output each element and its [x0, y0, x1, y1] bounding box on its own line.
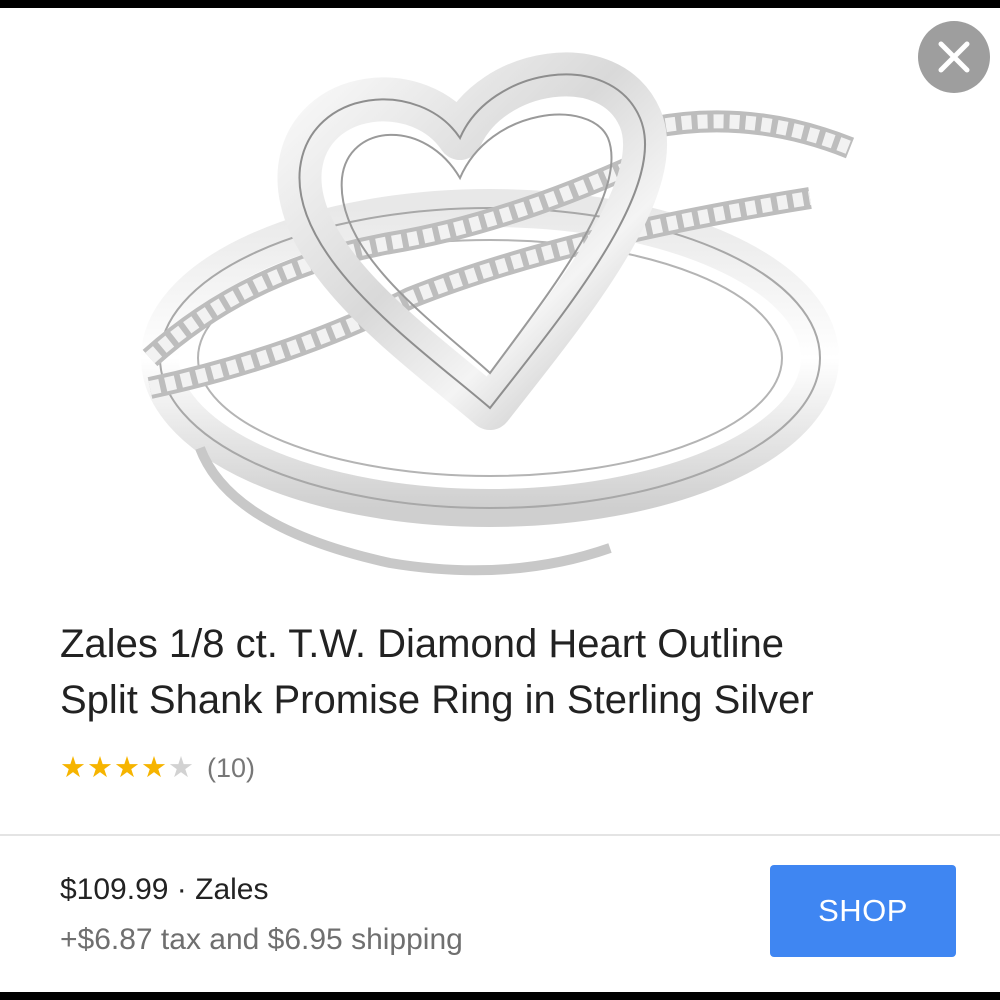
rating[interactable]: ★ ★ ★ ★ ★ (10)	[60, 748, 255, 788]
star-empty-icon: ★	[168, 751, 194, 784]
shop-button[interactable]: SHOP	[770, 865, 956, 957]
star-filled-icon: ★	[141, 751, 167, 784]
star-filled-icon: ★	[87, 751, 113, 784]
price-separator: ·	[168, 873, 196, 906]
seller-name: Zales	[195, 873, 269, 906]
close-button[interactable]	[918, 21, 990, 93]
price-line: $109.99 · Zales	[60, 870, 268, 910]
star-filled-icon: ★	[114, 751, 140, 784]
star-rating: ★ ★ ★ ★ ★	[60, 751, 195, 784]
divider	[0, 834, 1000, 836]
product-image-area[interactable]	[0, 8, 1000, 598]
close-icon	[938, 41, 970, 73]
tax-shipping-text: +$6.87 tax and $6.95 shipping	[60, 923, 463, 956]
product-title[interactable]: Zales 1/8 ct. T.W. Diamond Heart Outline…	[60, 616, 960, 728]
shopping-result-card: Zales 1/8 ct. T.W. Diamond Heart Outline…	[0, 8, 1000, 992]
star-filled-icon: ★	[60, 751, 86, 784]
product-image[interactable]	[90, 28, 890, 588]
product-title-line-1: Zales 1/8 ct. T.W. Diamond Heart Outline	[60, 622, 785, 666]
price: $109.99	[60, 873, 169, 906]
product-title-line-2: Split Shank Promise Ring in Sterling Sil…	[60, 678, 814, 722]
review-count: (10)	[207, 752, 256, 783]
